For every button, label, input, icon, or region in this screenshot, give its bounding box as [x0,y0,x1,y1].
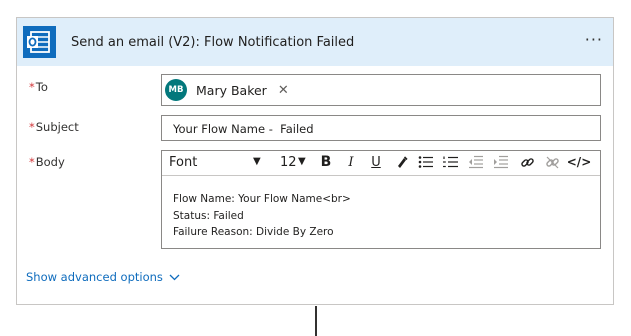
font-size-select[interactable]: 12 [280,155,297,170]
action-card: Send an email (V2): Flow Notification Fa… [16,17,614,305]
font-family-select[interactable]: Font [169,155,197,170]
editor-toolbar: Font ▼ 12 ▼ B I U </> [162,151,600,176]
more-options-icon[interactable]: ··· [585,30,603,49]
required-marker: * [29,120,35,134]
body-label: *Body [29,155,65,169]
avatar: MB [165,79,187,101]
subject-label-text: Subject [35,120,79,134]
body-line: Flow Name: Your Flow Name<br> [173,193,351,205]
unlink-icon[interactable] [543,153,561,171]
increase-indent-icon[interactable] [492,153,510,171]
to-field[interactable]: MB Mary Baker ✕ [161,74,601,106]
code-view-icon[interactable]: </> [567,153,592,171]
body-label-text: Body [35,155,65,169]
required-marker: * [29,155,35,169]
body-editor[interactable]: Font ▼ 12 ▼ B I U </> Flow Name: Your Fl… [161,150,601,249]
required-marker: * [29,80,35,94]
underline-icon[interactable]: U [367,153,385,171]
bold-icon[interactable]: B [317,153,335,171]
body-content[interactable]: Flow Name: Your Flow Name<br> Status: Fa… [173,191,351,241]
subject-label: *Subject [29,120,79,134]
show-advanced-options-link[interactable]: Show advanced options [26,270,180,284]
show-advanced-options-label: Show advanced options [26,270,163,284]
action-header[interactable]: Send an email (V2): Flow Notification Fa… [17,18,613,66]
recipient-name: Mary Baker [196,82,267,98]
flow-connector [315,306,317,336]
chevron-down-icon[interactable]: ▼ [253,156,261,167]
link-icon[interactable] [518,153,536,171]
decrease-indent-icon[interactable] [467,153,485,171]
remove-recipient-icon[interactable]: ✕ [278,83,289,98]
outlook-icon [23,26,56,58]
to-label: *To [29,80,48,94]
italic-icon[interactable]: I [342,153,360,171]
action-title: Send an email (V2): Flow Notification Fa… [71,35,355,50]
highlight-icon[interactable] [393,153,411,171]
chevron-down-icon[interactable]: ▼ [298,156,306,167]
subject-field[interactable]: Your Flow Name - Failed [161,115,601,141]
to-label-text: To [35,80,48,94]
recipient-chip: MB Mary Baker ✕ [165,79,289,101]
body-line: Failure Reason: Divide By Zero [173,226,334,238]
chevron-down-icon [169,270,180,284]
numbered-list-icon[interactable] [442,153,460,171]
bullet-list-icon[interactable] [417,153,435,171]
body-line: Status: Failed [173,209,244,222]
